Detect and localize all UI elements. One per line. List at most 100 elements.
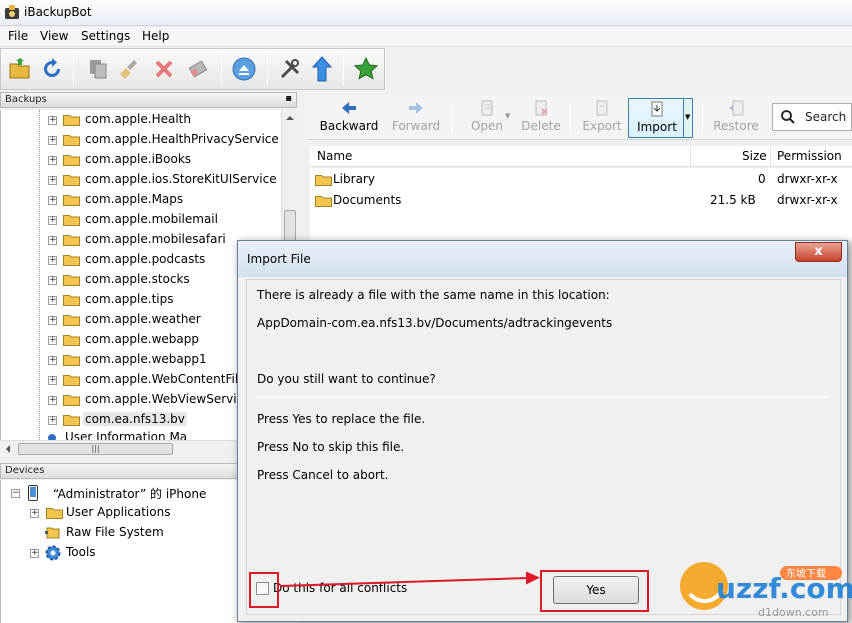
delete-file-button[interactable]: Delete xyxy=(518,98,564,138)
forward-button[interactable]: Forward xyxy=(388,98,444,138)
devices-panel-title: Devices xyxy=(5,465,45,476)
expand-icon[interactable]: + xyxy=(48,276,57,285)
refresh-button[interactable] xyxy=(39,56,65,82)
dialog-title-bar: Import File x xyxy=(238,241,847,277)
dialog-title: Import File xyxy=(247,252,311,266)
expand-icon[interactable]: + xyxy=(30,549,39,558)
expand-icon[interactable]: + xyxy=(48,116,57,125)
delete-file-icon xyxy=(535,100,548,116)
expand-icon[interactable]: + xyxy=(48,236,57,245)
file-size: 21.5 kB xyxy=(710,193,756,207)
tree-item-label: com.apple.iBooks xyxy=(85,152,192,166)
file-row[interactable]: Documents 21.5 kB drwxr-xr-x xyxy=(310,191,852,211)
file-row[interactable]: Library 0 drwxr-xr-x xyxy=(310,170,852,190)
export-button[interactable]: Export xyxy=(578,98,626,138)
copy-button[interactable] xyxy=(85,56,111,82)
watermark-tag: 东坡下载 xyxy=(786,567,826,580)
dialog-close-button[interactable]: x xyxy=(795,242,842,262)
window-title: iBackupBot xyxy=(24,5,92,19)
cancel-hint: Press Cancel to abort. xyxy=(257,468,389,482)
toolbar-separator xyxy=(452,104,453,134)
column-header-permission[interactable]: Permission xyxy=(777,149,842,163)
tree-item-label: Tools xyxy=(66,545,96,559)
expand-icon[interactable]: + xyxy=(48,296,57,305)
tree-item-label: com.apple.webapp xyxy=(85,332,199,346)
tree-item-label: com.apple.webapp1 xyxy=(85,352,207,366)
gear-icon xyxy=(45,545,61,561)
pin-icon[interactable]: ▪ xyxy=(285,93,292,104)
folder-icon xyxy=(63,135,80,146)
star-icon xyxy=(354,57,378,80)
conflict-message: There is already a file with the same na… xyxy=(257,288,610,302)
expand-icon[interactable]: + xyxy=(48,136,57,145)
clean-button[interactable] xyxy=(117,56,143,82)
expand-icon[interactable]: + xyxy=(48,376,57,385)
expand-icon[interactable]: + xyxy=(30,509,39,518)
tree-item[interactable]: + com.apple.mobilemail xyxy=(1,210,297,230)
folder-icon xyxy=(63,155,80,166)
arrow-right-icon xyxy=(409,102,423,114)
import-dropdown-button[interactable]: ▼ xyxy=(683,98,693,138)
folder-icon xyxy=(63,275,80,286)
scroll-up-icon[interactable] xyxy=(286,116,294,120)
restore-button[interactable]: Restore xyxy=(708,98,764,138)
scroll-thumb[interactable]: ||| xyxy=(18,443,173,455)
expand-icon[interactable]: + xyxy=(48,156,57,165)
menu-view[interactable]: View xyxy=(38,29,70,43)
tree-item[interactable]: + com.apple.Maps xyxy=(1,190,297,210)
menu-help[interactable]: Help xyxy=(140,29,171,43)
menu-settings[interactable]: Settings xyxy=(79,29,132,43)
broom-icon xyxy=(120,60,137,79)
expand-icon[interactable]: + xyxy=(48,336,57,345)
toolbar-separator xyxy=(702,104,703,134)
tree-item[interactable]: + com.apple.ios.StoreKitUIService xyxy=(1,170,297,190)
export-icon xyxy=(596,100,608,116)
tree-item[interactable]: + com.apple.iBooks xyxy=(1,150,297,170)
device-name: “Administrator” 的 iPhone xyxy=(53,487,207,501)
toolbar-separator xyxy=(221,55,222,85)
file-size: 0 xyxy=(758,172,766,186)
expand-icon[interactable]: + xyxy=(48,216,57,225)
column-header-name[interactable]: Name xyxy=(317,149,352,163)
open-backup-button[interactable] xyxy=(7,56,33,82)
yes-button-highlight-box xyxy=(540,570,649,612)
favorite-button[interactable] xyxy=(353,56,379,82)
expand-icon[interactable]: + xyxy=(48,316,57,325)
search-box[interactable]: Search xyxy=(772,103,852,131)
collapse-icon[interactable]: − xyxy=(11,489,20,498)
eject-button[interactable] xyxy=(231,56,257,82)
expand-icon[interactable]: + xyxy=(48,176,57,185)
eraser-button[interactable] xyxy=(185,56,211,82)
checkbox-highlight-box xyxy=(249,572,279,608)
column-divider xyxy=(770,146,771,167)
tree-item[interactable]: + com.apple.Health xyxy=(1,110,297,130)
tools-button[interactable] xyxy=(277,56,303,82)
expand-icon[interactable]: + xyxy=(48,416,57,425)
folder-icon xyxy=(63,335,80,346)
conflict-path: AppDomain-com.ea.nfs13.bv/Documents/adtr… xyxy=(257,316,613,330)
file-system-icon xyxy=(45,527,60,539)
scroll-left-icon[interactable] xyxy=(6,445,10,453)
menu-file[interactable]: File xyxy=(6,29,30,43)
tree-item-label: com.apple.Maps xyxy=(85,192,184,206)
column-header-size[interactable]: Size xyxy=(742,149,767,163)
expand-icon[interactable]: + xyxy=(48,396,57,405)
expand-icon[interactable]: + xyxy=(48,356,57,365)
folder-icon xyxy=(63,255,80,266)
tree-item-label: com.apple.tips xyxy=(85,292,174,306)
folder-icon xyxy=(46,508,63,519)
toolbar-separator xyxy=(73,55,74,85)
folder-open-icon xyxy=(9,58,30,79)
file-name: Library xyxy=(333,172,375,186)
expand-icon[interactable]: + xyxy=(48,256,57,265)
close-icon: x xyxy=(814,244,823,259)
no-hint: Press No to skip this file. xyxy=(257,440,405,454)
import-button[interactable]: Import xyxy=(628,98,686,138)
expand-icon[interactable]: + xyxy=(48,196,57,205)
dropdown-arrow-icon[interactable]: ▼ xyxy=(505,112,510,120)
backward-button[interactable]: Backward xyxy=(316,98,382,138)
toolbar-separator xyxy=(267,55,268,85)
tree-item[interactable]: + com.apple.HealthPrivacyService xyxy=(1,130,297,150)
upload-button[interactable] xyxy=(309,56,335,82)
delete-button[interactable] xyxy=(151,56,177,82)
